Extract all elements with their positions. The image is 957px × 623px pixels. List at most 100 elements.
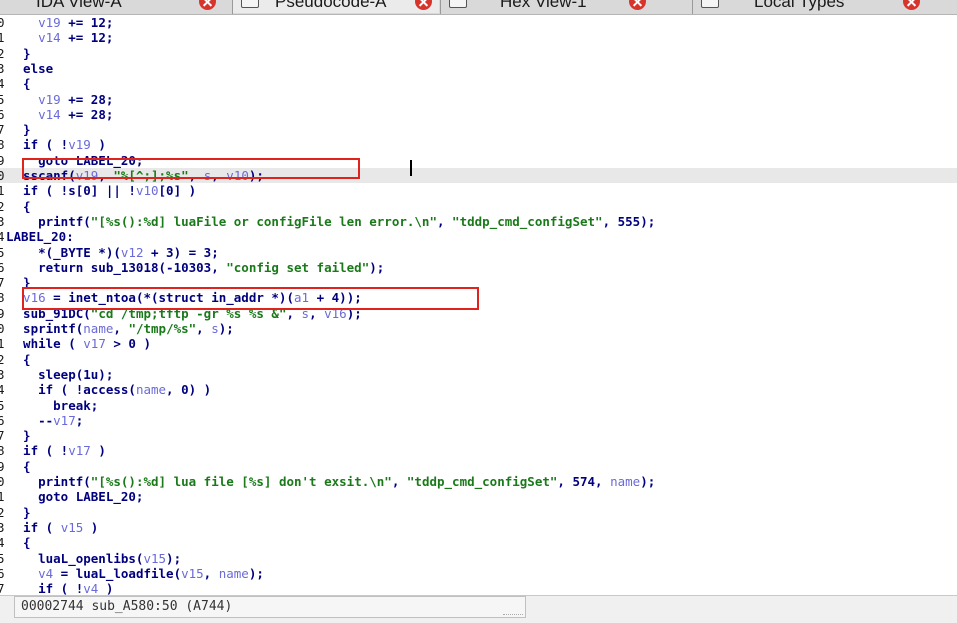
tab-label: Local Types: [754, 0, 845, 11]
pseudocode-view[interactable]: 0 v19 += 12; 1 v14 += 12; 2 } 3 else 4 {5 v1…: [0, 15, 957, 595]
line-number: 3: [0, 519, 5, 535]
code-text: v19 += 28;: [8, 92, 113, 107]
tab-hex-view[interactable]: Hex View-1: [441, 0, 691, 13]
code-variable: v12: [120, 244, 144, 260]
local-types-icon: [701, 0, 719, 8]
code-line[interactable]: 8 if ( !v17 ): [0, 443, 957, 458]
line-number: 5: [0, 550, 5, 566]
code-text: }: [8, 428, 31, 443]
code-line[interactable]: 4 LABEL_20:: [0, 229, 957, 244]
tab-ida-view[interactable]: IDA View-A: [0, 0, 230, 13]
code-text: sscanf(v19, "%[^;];%s", s, v10);: [8, 168, 264, 183]
line-number: 2: [0, 351, 5, 367]
code-token: ,: [203, 565, 219, 581]
close-icon[interactable]: [629, 0, 646, 10]
code-line[interactable]: 4 {: [0, 76, 957, 91]
code-token: }: [8, 122, 31, 138]
line-number: 9: [0, 305, 5, 321]
close-icon[interactable]: [415, 0, 432, 10]
code-token: );: [218, 321, 234, 336]
location-indicator: 00002744 sub_A580:50 (A744): [14, 596, 526, 618]
close-icon[interactable]: [903, 0, 920, 10]
code-line[interactable]: 9 {: [0, 459, 957, 474]
code-line[interactable]: 8 if ( !v19 ): [0, 137, 957, 152]
code-token: sscanf(: [8, 168, 76, 183]
code-token: printf(: [8, 213, 91, 229]
line-number: 9: [0, 152, 5, 168]
tab-pseudocode[interactable]: Pseudocode-A: [233, 0, 439, 13]
line-number: 7: [0, 428, 5, 444]
code-token: ,: [309, 305, 325, 321]
tab-bar: IDA View-A Pseudocode-A Hex View-1 Local…: [0, 0, 957, 15]
code-variable: v15: [143, 550, 167, 566]
code-line[interactable]: 0 v19 += 12;: [0, 15, 957, 30]
code-line[interactable]: 9 goto LABEL_20;: [0, 153, 957, 168]
code-variable: s: [301, 305, 310, 321]
tab-local-types[interactable]: Local Types: [693, 0, 953, 13]
code-string: "config set failed": [226, 259, 370, 275]
code-token: = luaL_loadfile(: [53, 565, 182, 581]
code-line[interactable]: 6 --v17;: [0, 413, 957, 428]
code-text: {: [8, 199, 31, 214]
code-token: );: [166, 550, 182, 566]
line-number: 6: [0, 565, 5, 581]
hex-view-icon: [449, 0, 467, 8]
close-icon[interactable]: [199, 0, 216, 10]
code-line[interactable]: 2 {: [0, 199, 957, 214]
line-number: 0: [0, 168, 5, 183]
code-token: );: [248, 565, 264, 581]
code-line[interactable]: 1 if ( !s[0] || !v10[0] ): [0, 183, 957, 198]
code-line[interactable]: 3 else: [0, 61, 957, 76]
code-line[interactable]: 2 }: [0, 505, 957, 520]
code-line[interactable]: 4 if ( !access(name, 0) ): [0, 382, 957, 397]
code-line[interactable]: 1 v14 += 12;: [0, 30, 957, 45]
code-line[interactable]: 7 if ( !v4 ): [0, 581, 957, 595]
line-number: 0: [0, 15, 5, 30]
code-line[interactable]: 7 }: [0, 122, 957, 137]
code-line[interactable]: 4 {: [0, 535, 957, 550]
line-number: 7: [0, 581, 5, 595]
code-variable: s: [211, 321, 219, 336]
code-line[interactable]: 1 goto LABEL_20;: [0, 489, 957, 504]
code-text: {: [8, 459, 31, 474]
code-line[interactable]: 6 return sub_13018(-10303, "config set f…: [0, 260, 957, 275]
code-line[interactable]: 3 if ( v15 ): [0, 520, 957, 535]
code-token: if (: [8, 519, 61, 535]
code-line[interactable]: 7 }: [0, 275, 957, 290]
code-text: {: [8, 76, 31, 91]
code-line[interactable]: 0 printf("[%s():%d] lua file [%s] don't …: [0, 474, 957, 489]
code-line[interactable]: 3 sleep(1u);: [0, 367, 957, 382]
code-line[interactable]: 5 v19 += 28;: [0, 92, 957, 107]
code-line[interactable]: 5 *(_BYTE *)(v12 + 3) = 3;: [0, 245, 957, 260]
code-text: }: [8, 46, 31, 61]
code-text: }: [8, 122, 31, 137]
code-token: );: [640, 474, 656, 489]
code-line[interactable]: 6 v4 = luaL_loadfile(v15, name);: [0, 566, 957, 581]
code-token: ,: [211, 168, 227, 183]
code-variable: v14: [38, 30, 61, 46]
code-line[interactable]: 0 sprintf(name, "/tmp/%s", s);: [0, 321, 957, 336]
code-line[interactable]: 6 v14 += 28;: [0, 107, 957, 122]
resize-grip[interactable]: [503, 614, 523, 617]
code-line[interactable]: 2 {: [0, 352, 957, 367]
code-token: ): [83, 519, 99, 535]
code-text: {: [8, 352, 31, 367]
code-variable: name: [610, 474, 641, 489]
code-line[interactable]: 5 luaL_openlibs(v15);: [0, 551, 957, 566]
code-line[interactable]: 3 printf("[%s():%d] luaFile or configFil…: [0, 214, 957, 229]
line-number: 7: [0, 122, 5, 138]
code-line[interactable]: 9 sub_91DC("cd /tmp;tftp -gr %s %s &", s…: [0, 306, 957, 321]
code-line[interactable]: 5 break;: [0, 398, 957, 413]
code-text: v16 = inet_ntoa(*(struct in_addr *)(a1 +…: [8, 290, 362, 305]
code-line[interactable]: 2 }: [0, 46, 957, 61]
code-token: else: [8, 60, 54, 76]
code-line[interactable]: 1 while ( v17 > 0 ): [0, 336, 957, 351]
code-line[interactable]: 7 }: [0, 428, 957, 443]
code-variable: name: [83, 321, 114, 336]
code-line[interactable]: 0 sscanf(v19, "%[^;];%s", s, v10);: [0, 168, 957, 183]
code-line[interactable]: 8 v16 = inet_ntoa(*(struct in_addr *)(a1…: [0, 290, 957, 305]
code-token: {: [8, 458, 31, 474]
code-token: }: [8, 275, 31, 291]
code-text: if ( v15 ): [8, 520, 98, 535]
